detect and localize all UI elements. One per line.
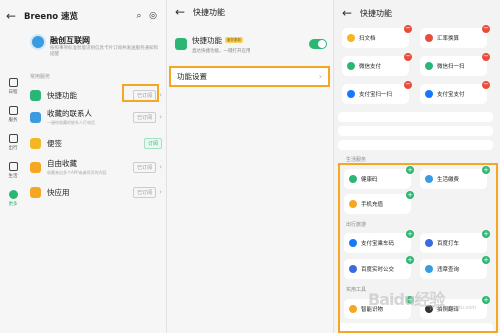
contact-icon: [30, 111, 41, 123]
chevron-right-icon: ›: [159, 188, 162, 196]
empty-slot-row: [338, 126, 493, 136]
tile-label: 扫文档: [359, 36, 376, 42]
quick-app-icon: [30, 186, 41, 198]
back-arrow-icon[interactable]: ←: [6, 9, 20, 23]
subscribed-badge: 已订阅: [133, 161, 157, 173]
section-label: 常用服务: [30, 74, 51, 80]
avatar: [30, 34, 46, 50]
card-description: 直达快捷功能，一键打开应用: [192, 48, 251, 54]
added-tile[interactable]: 扫文档 −: [342, 25, 412, 48]
life-icon: [8, 161, 18, 171]
service-sub: 收藏来自多个APP或者网页的内容: [47, 170, 107, 175]
note-icon: [30, 137, 41, 149]
subscribe-button[interactable]: 订阅: [143, 137, 162, 149]
wechat-scan-icon: [425, 62, 433, 70]
remove-icon[interactable]: −: [404, 53, 412, 61]
added-tile[interactable]: 汇率换算 −: [420, 25, 490, 48]
subscribed-badge: 已订阅: [133, 111, 157, 123]
rail-label: 服务: [8, 117, 18, 123]
service-label: 快应用: [47, 187, 70, 197]
service-label: 收藏的联系人: [47, 109, 92, 118]
rail-item-service[interactable]: 服务: [0, 100, 26, 128]
chevron-right-icon: ›: [159, 113, 162, 121]
service-label: 便签: [47, 138, 62, 148]
service-item-quick-apps[interactable]: 快应用 已订阅 ›: [30, 181, 162, 203]
remove-icon[interactable]: −: [482, 81, 490, 89]
tile-label: 支付宝扫一扫: [359, 92, 393, 98]
rail-label: 生活: [8, 173, 18, 179]
added-tile[interactable]: 支付宝支付 −: [420, 81, 490, 104]
chevron-right-icon: ›: [159, 91, 162, 99]
page-title: 快捷功能: [193, 7, 225, 17]
scan-document-icon: [347, 34, 355, 42]
exchange-rate-icon: [425, 34, 433, 42]
back-arrow-icon[interactable]: ←: [175, 5, 189, 19]
search-icon[interactable]: ⌕: [132, 11, 146, 21]
service-item-free-collect[interactable]: 自由收藏收藏来自多个APP或者网页的内容 已订阅 ›: [30, 156, 162, 178]
subscribed-badge: 已订阅: [133, 186, 157, 198]
breeno-overview-panel: ← Breeno 速览 ⌕ ◎ 日程 服务 出行 生活 更多 融创互联网 按照事…: [0, 0, 166, 333]
remove-icon[interactable]: −: [404, 25, 412, 33]
card-title: 快捷功能: [192, 35, 222, 45]
function-settings-label: 功能设置: [177, 72, 207, 81]
wechat-pay-icon: [347, 62, 355, 70]
tile-label: 微信扫一扫: [437, 64, 465, 70]
function-settings-panel: ← 快捷功能 扫文档 − 汇率换算 − 微信支付 − 微信扫一扫 − 支付宝扫一扫 − 支…: [333, 0, 500, 333]
service-item-favorite-contacts[interactable]: 收藏的联系人一键给收藏的联系人打电话 已订阅 ›: [30, 106, 162, 128]
remove-icon[interactable]: −: [482, 53, 490, 61]
brand-name: 融创互联网: [50, 36, 90, 45]
collect-icon: [30, 161, 41, 173]
rail-item-travel[interactable]: 出行: [0, 128, 26, 156]
remove-icon[interactable]: −: [482, 25, 490, 33]
chevron-right-icon: ›: [159, 163, 162, 171]
added-tile[interactable]: 微信支付 −: [342, 53, 412, 76]
highlight-box: [122, 84, 159, 102]
tile-label: 汇率换算: [437, 36, 460, 42]
added-tile[interactable]: 支付宝扫一扫 −: [342, 81, 412, 104]
rail-label: 更多: [8, 201, 18, 207]
service-label: 快捷功能: [47, 90, 77, 100]
top-bar: ← Breeno 速览 ⌕ ◎: [6, 8, 160, 24]
calendar-icon: [8, 77, 18, 87]
side-rail: 日程 服务 出行 生活 更多: [0, 72, 26, 212]
remove-icon[interactable]: −: [404, 81, 412, 89]
quick-function-card: 快捷功能 服务更新 直达快捷功能，一键打开应用: [175, 30, 327, 58]
watermark-url: jingyan.baidu.com: [430, 305, 477, 311]
rail-item-more[interactable]: 更多: [0, 184, 26, 212]
back-arrow-icon[interactable]: ←: [342, 6, 356, 20]
top-bar: ← 快捷功能: [342, 6, 492, 20]
chevron-right-icon: ›: [318, 72, 322, 81]
more-icon: [8, 189, 18, 199]
rail-item-calendar[interactable]: 日程: [0, 72, 26, 100]
rail-label: 日程: [8, 89, 18, 95]
rail-label: 出行: [8, 145, 18, 151]
service-label: 自由收藏: [47, 159, 77, 168]
empty-slot-row: [338, 140, 493, 150]
page-title: Breeno 速览: [24, 12, 79, 22]
tile-label: 支付宝支付: [437, 92, 465, 98]
section-label: 生活服务: [346, 157, 367, 163]
tile-label: 微信支付: [359, 64, 382, 70]
service-sub: 一键给收藏的联系人打电话: [47, 120, 95, 125]
page-title: 快捷功能: [360, 8, 392, 18]
brand-description: 按照事项标准智能识别信息卡片订阅并发送服务通知和提醒: [50, 46, 158, 57]
update-badge: 服务更新: [225, 36, 243, 43]
rail-item-life[interactable]: 生活: [0, 156, 26, 184]
alipay-pay-icon: [425, 90, 433, 98]
settings-icon[interactable]: ◎: [146, 11, 160, 21]
top-bar: ← 快捷功能: [175, 5, 325, 19]
quick-functions-panel: ← 快捷功能 快捷功能 服务更新 直达快捷功能，一键打开应用 功能设置 ›: [166, 0, 333, 333]
enable-toggle[interactable]: [309, 39, 327, 49]
empty-slot-row: [338, 112, 493, 122]
added-tile[interactable]: 微信扫一扫 −: [420, 53, 490, 76]
service-item-notes[interactable]: 便签 订阅: [30, 132, 162, 154]
service-icon: [8, 105, 18, 115]
travel-icon: [8, 133, 18, 143]
quick-function-icon: [175, 38, 187, 50]
quick-function-icon: [30, 89, 41, 101]
function-settings-row[interactable]: 功能设置 ›: [169, 66, 330, 87]
brand-card: 融创互联网 按照事项标准智能识别信息卡片订阅并发送服务通知和提醒: [30, 34, 162, 64]
alipay-scan-icon: [347, 90, 355, 98]
